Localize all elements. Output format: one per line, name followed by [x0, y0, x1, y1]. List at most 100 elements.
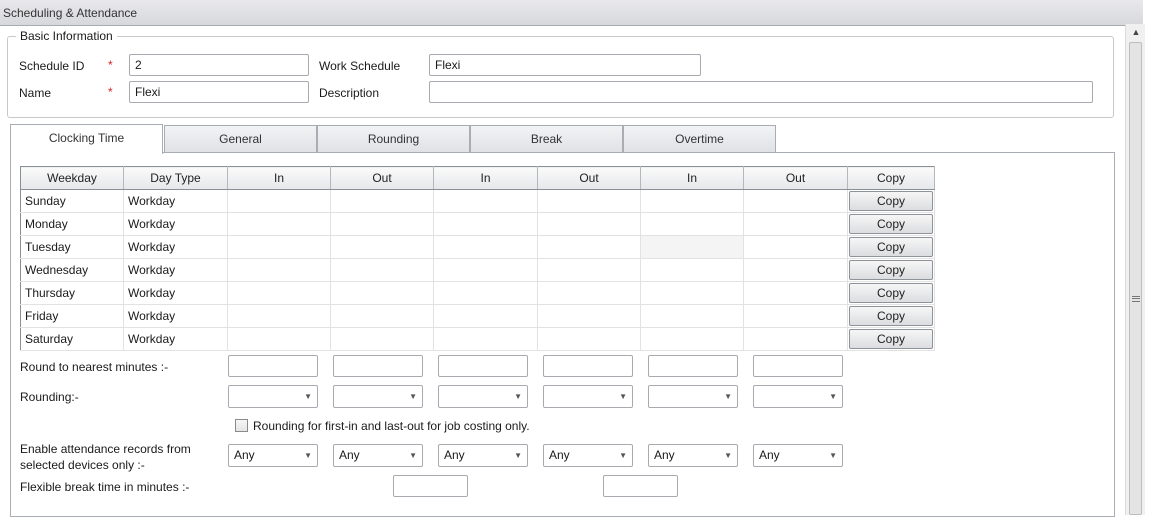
description-field[interactable] — [429, 81, 1093, 103]
tab-break[interactable]: Break — [470, 125, 623, 153]
rounding-dropdown[interactable]: ▼ — [438, 385, 528, 408]
time-cell[interactable] — [537, 235, 641, 259]
devices-dropdown[interactable]: Any ▼ — [753, 444, 843, 467]
table-row[interactable]: Wednesday Workday Copy — [20, 258, 935, 282]
column-header-out-1[interactable]: Out — [330, 166, 434, 190]
devices-dropdown[interactable]: Any ▼ — [438, 444, 528, 467]
work-schedule-field[interactable]: Flexi — [429, 54, 701, 76]
rounding-dropdown[interactable]: ▼ — [228, 385, 318, 408]
weekday-cell[interactable]: Friday — [20, 304, 124, 328]
copy-button[interactable]: Copy — [849, 214, 933, 234]
time-cell[interactable] — [743, 281, 848, 305]
rounding-dropdown[interactable]: ▼ — [753, 385, 843, 408]
time-cell[interactable] — [743, 327, 848, 351]
copy-button[interactable]: Copy — [849, 306, 933, 326]
time-cell[interactable] — [640, 281, 744, 305]
column-header-day-type[interactable]: Day Type — [123, 166, 228, 190]
time-cell[interactable] — [537, 304, 641, 328]
vertical-scrollbar[interactable]: ▲ — [1125, 24, 1145, 515]
devices-dropdown[interactable]: Any ▼ — [228, 444, 318, 467]
round-nearest-input[interactable] — [438, 355, 528, 377]
table-row[interactable]: Monday Workday Copy — [20, 212, 935, 236]
copy-button[interactable]: Copy — [849, 260, 933, 280]
copy-button[interactable]: Copy — [849, 283, 933, 303]
day-type-cell[interactable]: Workday — [123, 258, 228, 282]
tab-overtime[interactable]: Overtime — [623, 125, 776, 153]
column-header-weekday[interactable]: Weekday — [20, 166, 124, 190]
rounding-dropdown[interactable]: ▼ — [333, 385, 423, 408]
time-cell[interactable] — [537, 189, 641, 213]
column-header-out-2[interactable]: Out — [537, 166, 641, 190]
time-cell[interactable] — [743, 258, 848, 282]
time-cell[interactable] — [743, 189, 848, 213]
time-cell[interactable] — [537, 327, 641, 351]
name-field[interactable]: Flexi — [129, 81, 309, 103]
time-cell[interactable] — [640, 258, 744, 282]
time-cell[interactable] — [330, 304, 434, 328]
copy-button[interactable]: Copy — [849, 237, 933, 257]
round-nearest-input[interactable] — [648, 355, 738, 377]
day-type-cell[interactable]: Workday — [123, 281, 228, 305]
time-cell[interactable] — [640, 189, 744, 213]
time-cell[interactable] — [640, 304, 744, 328]
time-cell[interactable] — [743, 235, 848, 259]
time-cell[interactable] — [537, 212, 641, 236]
column-header-in-3[interactable]: In — [640, 166, 744, 190]
flex-break-input[interactable] — [603, 475, 678, 497]
table-row[interactable]: Saturday Workday Copy — [20, 327, 935, 351]
time-cell[interactable] — [433, 212, 538, 236]
table-row[interactable]: Tuesday Workday Copy — [20, 235, 935, 259]
time-cell[interactable] — [537, 281, 641, 305]
time-cell[interactable] — [227, 212, 331, 236]
rounding-dropdown[interactable]: ▼ — [648, 385, 738, 408]
tab-rounding[interactable]: Rounding — [317, 125, 470, 153]
weekday-cell[interactable]: Saturday — [20, 327, 124, 351]
rounding-dropdown[interactable]: ▼ — [543, 385, 633, 408]
schedule-id-field[interactable]: 2 — [129, 54, 309, 76]
column-header-out-3[interactable]: Out — [743, 166, 848, 190]
table-row[interactable]: Sunday Workday Copy — [20, 189, 935, 213]
time-cell[interactable] — [330, 212, 434, 236]
time-cell[interactable] — [227, 327, 331, 351]
time-cell[interactable] — [227, 235, 331, 259]
copy-button[interactable]: Copy — [849, 329, 933, 349]
day-type-cell[interactable]: Workday — [123, 212, 228, 236]
time-cell[interactable] — [433, 327, 538, 351]
devices-dropdown[interactable]: Any ▼ — [543, 444, 633, 467]
time-cell[interactable] — [640, 235, 744, 259]
round-nearest-input[interactable] — [753, 355, 843, 377]
tab-general[interactable]: General — [164, 125, 317, 153]
time-cell[interactable] — [227, 189, 331, 213]
round-nearest-input[interactable] — [228, 355, 318, 377]
time-cell[interactable] — [330, 189, 434, 213]
table-row[interactable]: Thursday Workday Copy — [20, 281, 935, 305]
day-type-cell[interactable]: Workday — [123, 304, 228, 328]
weekday-cell[interactable]: Tuesday — [20, 235, 124, 259]
scroll-up-arrow-icon[interactable]: ▲ — [1126, 24, 1146, 40]
time-cell[interactable] — [227, 258, 331, 282]
day-type-cell[interactable]: Workday — [123, 327, 228, 351]
job-costing-rounding-checkbox[interactable] — [235, 419, 248, 432]
time-cell[interactable] — [330, 235, 434, 259]
time-cell[interactable] — [433, 258, 538, 282]
weekday-cell[interactable]: Sunday — [20, 189, 124, 213]
column-header-in-2[interactable]: In — [433, 166, 538, 190]
time-cell[interactable] — [743, 304, 848, 328]
weekday-cell[interactable]: Monday — [20, 212, 124, 236]
round-nearest-input[interactable] — [333, 355, 423, 377]
time-cell[interactable] — [743, 212, 848, 236]
time-cell[interactable] — [330, 258, 434, 282]
time-cell[interactable] — [537, 258, 641, 282]
weekday-cell[interactable]: Wednesday — [20, 258, 124, 282]
scroll-thumb[interactable] — [1129, 42, 1142, 515]
tab-clocking-time[interactable]: Clocking Time — [10, 124, 163, 154]
copy-button[interactable]: Copy — [849, 191, 933, 211]
time-cell[interactable] — [433, 189, 538, 213]
time-cell[interactable] — [433, 281, 538, 305]
column-header-in-1[interactable]: In — [227, 166, 331, 190]
day-type-cell[interactable]: Workday — [123, 235, 228, 259]
table-row[interactable]: Friday Workday Copy — [20, 304, 935, 328]
column-header-copy[interactable]: Copy — [847, 166, 935, 190]
time-cell[interactable] — [330, 327, 434, 351]
time-cell[interactable] — [433, 304, 538, 328]
